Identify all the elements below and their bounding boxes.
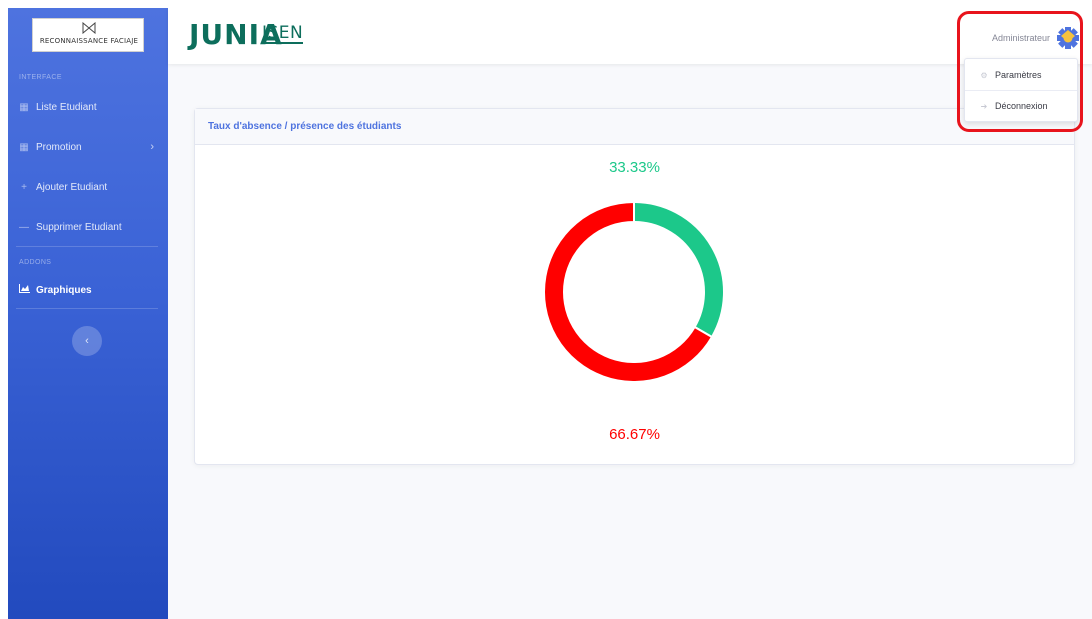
sidebar-heading-interface: INTERFACE (19, 74, 62, 81)
chevron-right-icon: › (150, 141, 154, 153)
topbar: JUNIA ISEN Administrateur (168, 8, 1092, 64)
card-title: Taux d'absence / présence des étudiants (208, 121, 402, 132)
doughnut-segment-0[interactable] (633, 200, 725, 339)
doughnut-chart[interactable] (539, 197, 729, 387)
app-frame: RECONNAISSANCE FACIAJE INTERFACE ▦ Liste… (8, 8, 1092, 619)
table-icon: ▦ (19, 101, 29, 113)
sidebar-item-graphiques[interactable]: Graphiques (8, 275, 168, 305)
absence-percentage-label: 66.67% (609, 426, 660, 443)
sidebar: RECONNAISSANCE FACIAJE INTERFACE ▦ Liste… (8, 8, 168, 619)
isen-logo: ISEN (262, 23, 304, 44)
sidebar-item-label: Graphiques (36, 284, 92, 296)
sidebar-item-label: Supprimer Etudiant (36, 221, 122, 233)
chart-area-icon (18, 284, 30, 296)
sidebar-item-ajouter-etudiant[interactable]: + Ajouter Etudiant (8, 172, 168, 202)
brand-logo[interactable]: RECONNAISSANCE FACIAJE (32, 18, 144, 52)
sidebar-item-label: Promotion (36, 141, 82, 153)
highlight-annotation (957, 11, 1083, 132)
card-header: Taux d'absence / présence des étudiants (195, 109, 1074, 145)
table-icon: ▦ (19, 141, 29, 153)
brand-name: RECONNAISSANCE FACIAJE (39, 37, 139, 45)
chevron-left-icon: ‹ (85, 335, 89, 347)
minus-icon: — (19, 221, 29, 233)
sidebar-item-label: Ajouter Etudiant (36, 181, 108, 193)
sidebar-item-promotion[interactable]: ▦ Promotion › (8, 132, 168, 162)
sidebar-divider (16, 246, 158, 247)
sidebar-heading-addons: ADDONS (19, 259, 52, 266)
mask-icon (82, 22, 96, 34)
presence-percentage-label: 33.33% (609, 159, 660, 176)
sidebar-item-label: Liste Etudiant (36, 101, 97, 113)
sidebar-toggle-button[interactable]: ‹ (72, 326, 102, 356)
sidebar-item-liste-etudiant[interactable]: ▦ Liste Etudiant (8, 92, 168, 122)
sidebar-divider (16, 308, 158, 309)
sidebar-item-supprimer-etudiant[interactable]: — Supprimer Etudiant (8, 212, 168, 242)
chart-card: Taux d'absence / présence des étudiants … (194, 108, 1075, 465)
plus-icon: + (21, 181, 27, 193)
